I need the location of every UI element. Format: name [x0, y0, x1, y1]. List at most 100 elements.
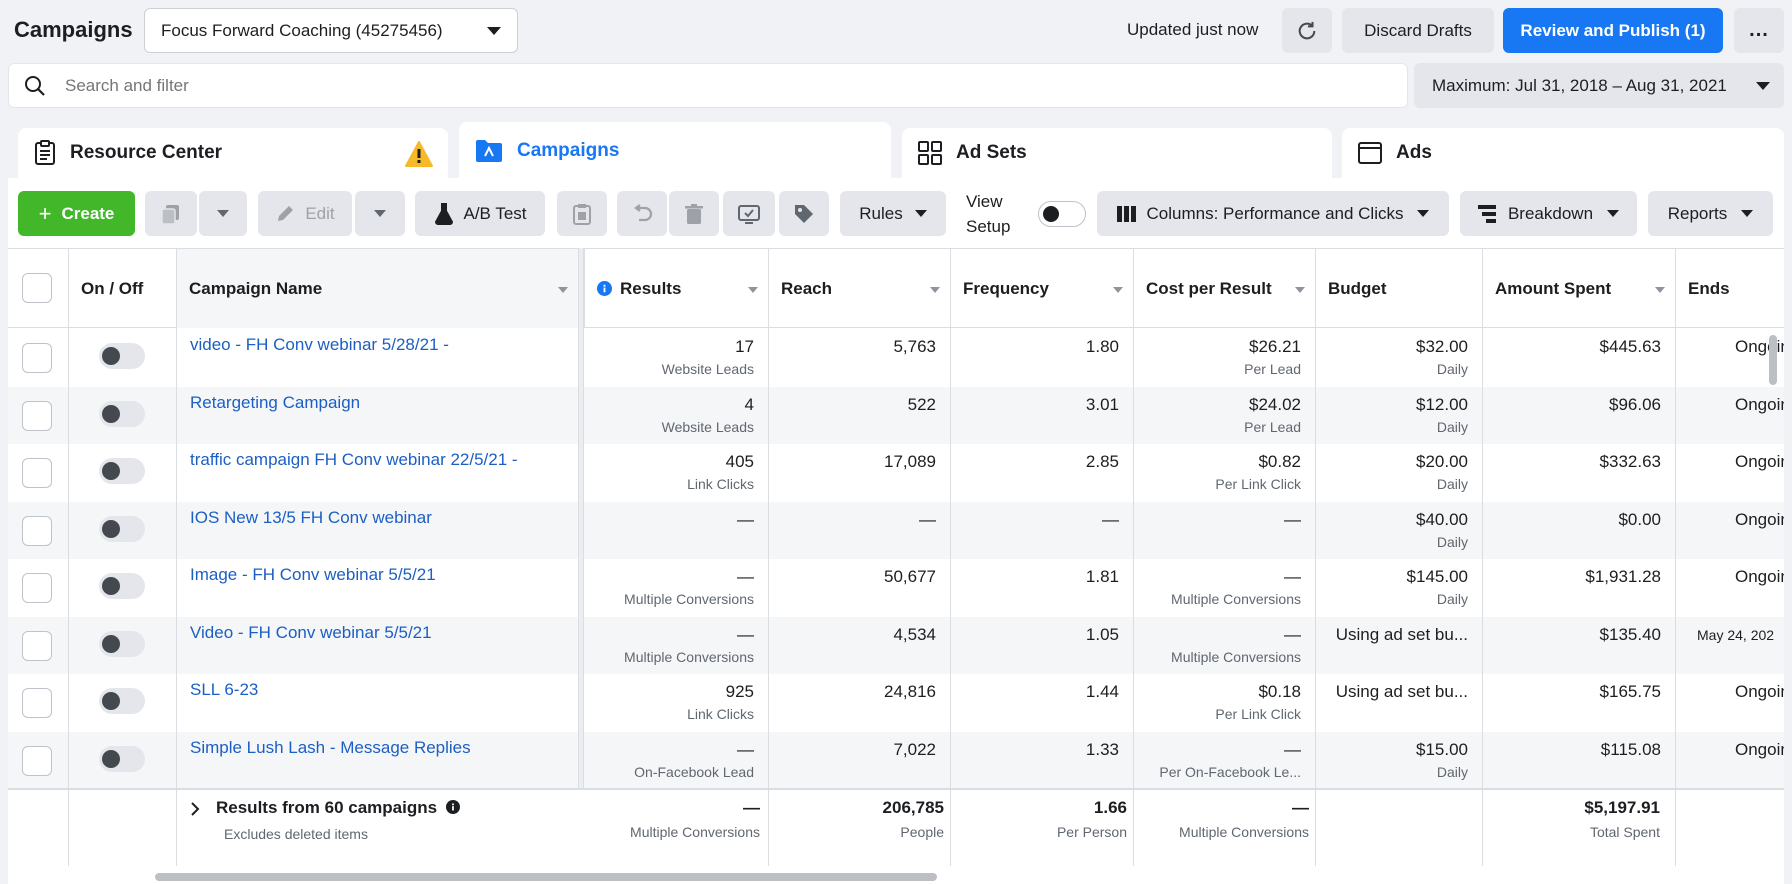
cell-budget: Using ad set bu... [1315, 674, 1482, 731]
cell-value: 17 [735, 337, 754, 356]
cell-value: 50,677 [884, 567, 936, 586]
cell-cpr: $0.18 Per Link Click [1133, 674, 1315, 731]
col-budget[interactable]: Budget [1315, 249, 1482, 328]
table-row[interactable]: video - FH Conv webinar 5/28/21 - 17 Websi… [8, 329, 1784, 386]
cell-value: Ongoin [1735, 567, 1784, 586]
table-row[interactable]: IOS New 13/5 FH Conv webinar — — — — $40.00 Da… [8, 501, 1784, 559]
campaign-toggle[interactable] [99, 745, 145, 772]
account-name: Focus Forward Coaching (45275456) [161, 20, 443, 40]
campaign-name-link[interactable]: IOS New 13/5 FH Conv webinar [176, 502, 578, 559]
discard-drafts-button[interactable]: Discard Drafts [1342, 8, 1494, 53]
campaign-toggle[interactable] [99, 458, 145, 484]
vertical-scrollbar[interactable] [1769, 335, 1777, 385]
delete-button[interactable] [669, 191, 719, 236]
campaign-toggle[interactable] [99, 515, 145, 542]
edit-dropdown[interactable] [355, 191, 405, 236]
columns-label: Columns: Performance and Clicks [1146, 203, 1404, 223]
campaign-toggle[interactable] [99, 343, 145, 369]
table-row[interactable]: Video - FH Conv webinar 5/5/21 — Multiple … [8, 616, 1784, 674]
row-checkbox[interactable] [22, 343, 52, 373]
duplicate-button[interactable] [145, 191, 197, 236]
row-checkbox[interactable] [22, 573, 52, 603]
cell-results: — On-Facebook Lead [584, 732, 768, 789]
cell-sublabel: Multiple Conversions [624, 591, 754, 607]
col-reach[interactable]: Reach [768, 249, 950, 328]
row-checkbox[interactable] [22, 515, 52, 546]
create-button[interactable]: + Create [18, 191, 135, 236]
table-row[interactable]: Image - FH Conv webinar 5/5/21 — Multiple … [8, 559, 1784, 616]
tab-resource-center[interactable]: Resource Center [18, 128, 448, 178]
campaign-toggle[interactable] [99, 573, 145, 599]
column-divider [1315, 328, 1316, 866]
campaign-name-link[interactable]: SLL 6-23 [176, 674, 578, 731]
campaign-toggle[interactable] [99, 400, 145, 427]
col-label: Amount Spent [1495, 278, 1612, 298]
campaign-name-link[interactable]: video - FH Conv webinar 5/28/21 - [176, 329, 578, 386]
search-input[interactable] [65, 72, 1385, 100]
table-row[interactable]: Simple Lush Lash - Message Replies — On-Fa… [8, 731, 1784, 789]
view-setup-toggle[interactable] [1038, 201, 1086, 227]
sort-icon [1113, 287, 1123, 293]
row-checkbox[interactable] [22, 630, 52, 661]
breakdown-button[interactable]: Breakdown [1460, 191, 1637, 236]
preview-button[interactable] [723, 191, 775, 236]
campaign-name-link[interactable]: traffic campaign FH Conv webinar 22/5/21… [176, 444, 578, 501]
date-range-picker[interactable]: Maximum: Jul 31, 2018 – Aug 31, 2021 [1414, 63, 1784, 108]
col-ends[interactable]: Ends [1675, 249, 1784, 328]
cell-spent: $332.63 [1482, 444, 1675, 501]
campaign-toggle[interactable] [99, 630, 145, 657]
refresh-button[interactable] [1282, 8, 1332, 53]
table-row[interactable]: SLL 6-23 925 Link Clicks 24,816 1.44 $0.18 Per… [8, 674, 1784, 731]
cell-value: Ongoin [1735, 452, 1784, 471]
cell-value: $32.00 [1416, 337, 1468, 356]
campaign-name-link[interactable]: Simple Lush Lash - Message Replies [176, 732, 578, 789]
col-cost-per-result[interactable]: Cost per Result [1133, 249, 1315, 328]
campaign-toggle[interactable] [99, 688, 145, 714]
cell-sublabel: Multiple Conversions [624, 648, 754, 665]
row-checkbox[interactable] [22, 688, 52, 718]
table-row[interactable]: traffic campaign FH Conv webinar 22/5/21… [8, 444, 1784, 501]
tab-ad-sets[interactable]: Ad Sets [902, 128, 1332, 178]
cell-value: Using ad set bu... [1335, 624, 1468, 644]
account-selector[interactable]: Focus Forward Coaching (45275456) [144, 8, 518, 53]
ab-test-button[interactable]: A/B Test [415, 191, 545, 236]
table-header: On / Off Campaign Name Results Reach Fre… [8, 248, 1784, 328]
columns-button[interactable]: Columns: Performance and Clicks [1097, 191, 1449, 236]
row-checkbox[interactable] [22, 458, 52, 488]
edit-button[interactable]: Edit [258, 191, 352, 236]
preview-icon [738, 204, 760, 224]
duplicate-dropdown[interactable] [199, 191, 247, 236]
col-results[interactable]: Results [584, 249, 768, 328]
summary-results: — Multiple Conversions [584, 798, 760, 840]
horizontal-scrollbar[interactable] [155, 873, 937, 881]
campaign-name-link[interactable]: Video - FH Conv webinar 5/5/21 [176, 617, 578, 674]
reports-button[interactable]: Reports [1648, 191, 1773, 236]
cell-value: 3.01 [1085, 394, 1119, 414]
clipboard-button[interactable] [557, 191, 607, 236]
campaign-name-link[interactable]: Image - FH Conv webinar 5/5/21 [176, 559, 578, 616]
chevron-right-icon[interactable] [190, 802, 200, 816]
cell-value: $0.18 [1258, 682, 1301, 701]
updated-status: Updated just now [1127, 20, 1259, 39]
create-label: Create [61, 203, 115, 223]
more-options-button[interactable]: ... [1734, 8, 1784, 53]
tab-ads[interactable]: Ads [1342, 128, 1784, 178]
rules-button[interactable]: Rules [840, 191, 946, 236]
row-checkbox[interactable] [22, 400, 52, 431]
column-divider [176, 328, 177, 866]
select-all-checkbox[interactable] [22, 273, 52, 303]
grid-icon [918, 141, 942, 165]
cell-sublabel: Daily [1436, 533, 1468, 550]
tag-button[interactable] [779, 191, 829, 236]
campaign-name-link[interactable]: Retargeting Campaign [176, 387, 578, 444]
col-frequency[interactable]: Frequency [950, 249, 1133, 328]
col-campaign-name[interactable]: Campaign Name [176, 249, 578, 328]
tab-campaigns[interactable]: Campaigns [459, 122, 891, 180]
col-amount-spent[interactable]: Amount Spent [1482, 249, 1675, 328]
review-publish-button[interactable]: Review and Publish (1) [1503, 8, 1723, 53]
row-checkbox[interactable] [22, 745, 52, 776]
col-on-off[interactable]: On / Off [68, 249, 184, 328]
frozen-column-divider[interactable] [578, 248, 584, 866]
undo-button[interactable] [617, 191, 667, 236]
table-row[interactable]: Retargeting Campaign 4 Website Leads 522 3.0… [8, 386, 1784, 444]
